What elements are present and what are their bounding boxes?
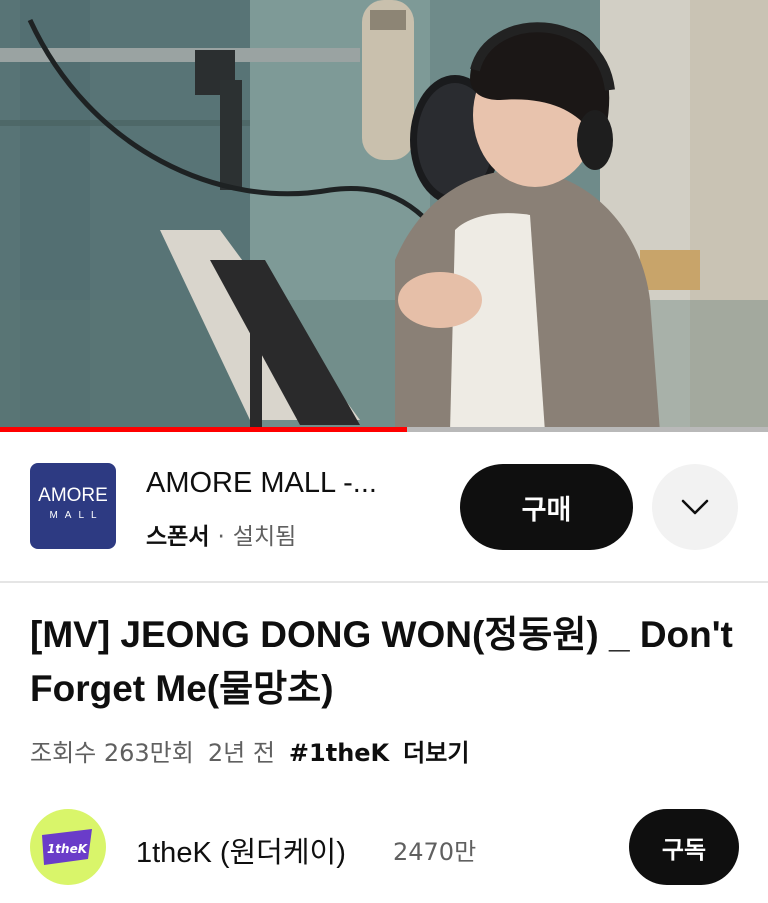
subscribe-button[interactable]: 구독 (629, 809, 739, 885)
divider (0, 581, 768, 583)
view-count: 조회수 263만회 (30, 739, 194, 767)
sponsor-label: 스폰서 (146, 524, 210, 550)
buy-button[interactable]: 구매 (460, 464, 633, 550)
ad-meta: 스폰서 · 설치됨 (146, 517, 296, 551)
video-meta[interactable]: 조회수 263만회 2년 전 #1theK 더보기 (30, 733, 483, 768)
ad-logo-text-bottom: MALL (49, 510, 104, 521)
ad-logo[interactable]: AMORE MALL (30, 463, 116, 549)
progress-bar[interactable] (0, 427, 768, 432)
ad-title[interactable]: AMORE MALL -... (146, 467, 377, 500)
separator-dot: · (217, 524, 225, 550)
channel-logo-text: 1theK (47, 842, 89, 856)
video-frame (0, 0, 768, 432)
install-status: 설치됨 (232, 524, 297, 550)
channel-name[interactable]: 1theK (원더케이) (136, 829, 346, 871)
video-player[interactable] (0, 0, 768, 432)
ad-logo-text-top: AMORE (38, 485, 108, 506)
video-title[interactable]: [MV] JEONG DONG WON(정동원) _ Don't Forget … (30, 608, 750, 716)
chevron-down-icon (681, 499, 709, 515)
more-link[interactable]: 더보기 (403, 739, 469, 767)
upload-age: 2년 전 (207, 739, 275, 767)
subscriber-count: 2470만 (393, 838, 477, 866)
hashtag-link[interactable]: #1theK (289, 739, 389, 767)
expand-ad-button[interactable] (652, 464, 738, 550)
channel-logo: 1theK (42, 829, 92, 865)
progress-fill (0, 427, 408, 432)
channel-avatar[interactable]: 1theK (30, 809, 106, 885)
